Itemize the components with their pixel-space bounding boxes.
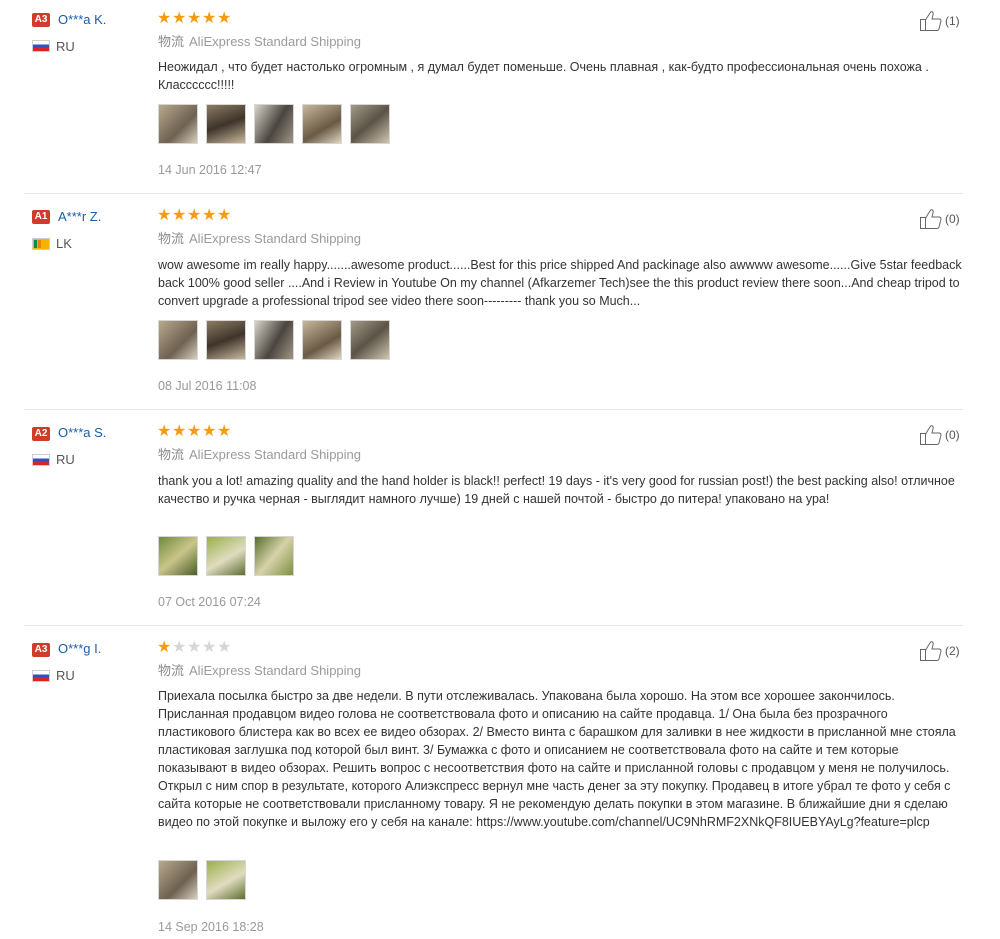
buyer-level-badge: A3 (32, 643, 50, 657)
review-divider (25, 193, 963, 194)
buyer-level-badge: A2 (32, 427, 50, 441)
review-text: Неожидал , что будет настолько огромным … (158, 60, 929, 92)
star-icon: ★ (217, 207, 232, 224)
review-photo-thumbnail[interactable] (206, 320, 246, 360)
shipping-label: 物流 (158, 34, 185, 49)
review-date: 14 Sep 2016 18:28 (158, 920, 264, 934)
review-photos (158, 860, 254, 904)
thumbs-up-icon (920, 209, 942, 229)
reviewer-country: RU (56, 452, 75, 467)
shipping-name: AliExpress Standard Shipping (189, 447, 362, 462)
review-photo-thumbnail[interactable] (350, 320, 390, 360)
review-photos (158, 320, 398, 364)
star-icon: ★ (157, 10, 172, 27)
review-date: 07 Oct 2016 07:24 (158, 595, 261, 609)
reviewer-name[interactable]: O***g I. (58, 641, 101, 657)
shipping-label: 物流 (158, 447, 185, 462)
reviewer-country: RU (56, 668, 75, 683)
star-icon: ★ (157, 207, 172, 224)
reviewer-name[interactable]: O***a S. (58, 425, 106, 441)
review-photo-thumbnail[interactable] (158, 536, 198, 576)
star-icon: ★ (217, 639, 232, 656)
star-icon: ★ (157, 423, 172, 440)
helpful-count: (0) (945, 428, 960, 442)
reviewer-country: RU (56, 39, 75, 54)
star-icon: ★ (202, 207, 217, 224)
sri-lanka-flag-icon (32, 238, 50, 250)
review-photo-thumbnail[interactable] (206, 536, 246, 576)
buyer-level-badge: A3 (32, 13, 50, 27)
star-rating: ★★★★★ (157, 11, 232, 27)
review-date: 08 Jul 2016 11:08 (158, 379, 257, 393)
shipping-name: AliExpress Standard Shipping (189, 663, 362, 678)
star-icon: ★ (202, 639, 217, 656)
buyer-level-badge: A1 (32, 210, 50, 224)
star-icon: ★ (187, 639, 202, 656)
shipping-method: 物流 AliExpress Standard Shipping (158, 447, 361, 463)
shipping-name: AliExpress Standard Shipping (189, 34, 362, 49)
helpful-count: (0) (945, 212, 960, 226)
review-photos (158, 104, 398, 148)
thumbs-up-icon (920, 11, 942, 31)
russia-flag-icon (32, 670, 50, 682)
star-icon: ★ (217, 423, 232, 440)
thumbs-up-icon (920, 641, 942, 661)
helpful-button[interactable]: (0) (919, 424, 960, 446)
review-photo-thumbnail[interactable] (302, 104, 342, 144)
shipping-method: 物流 AliExpress Standard Shipping (158, 231, 361, 247)
review-photo-thumbnail[interactable] (350, 104, 390, 144)
helpful-count: (2) (945, 644, 960, 658)
russia-flag-icon (32, 40, 50, 52)
star-icon: ★ (157, 639, 172, 656)
shipping-method: 物流 AliExpress Standard Shipping (158, 34, 361, 50)
thumbs-up-icon (920, 425, 942, 445)
helpful-button[interactable]: (1) (919, 10, 960, 32)
reviewer-country: LK (56, 236, 72, 251)
shipping-label: 物流 (158, 663, 185, 678)
review-photo-thumbnail[interactable] (254, 104, 294, 144)
review-text: Приехала посылка быстро за две недели. В… (158, 689, 956, 829)
star-icon: ★ (202, 423, 217, 440)
star-icon: ★ (172, 423, 187, 440)
shipping-label: 物流 (158, 231, 185, 246)
review-photo-thumbnail[interactable] (158, 104, 198, 144)
review-photo-thumbnail[interactable] (158, 860, 198, 900)
review-divider (25, 409, 963, 410)
star-icon: ★ (172, 10, 187, 27)
review-photo-thumbnail[interactable] (302, 320, 342, 360)
shipping-name: AliExpress Standard Shipping (189, 231, 362, 246)
review-photo-thumbnail[interactable] (206, 104, 246, 144)
review-divider (25, 625, 963, 626)
star-icon: ★ (217, 10, 232, 27)
shipping-method: 物流 AliExpress Standard Shipping (158, 663, 361, 679)
reviewer-name[interactable]: O***a K. (58, 12, 106, 28)
review-photos (158, 536, 302, 580)
review-text: thank you a lot! amazing quality and the… (158, 474, 955, 506)
helpful-count: (1) (945, 14, 960, 28)
review-photo-thumbnail[interactable] (254, 536, 294, 576)
star-icon: ★ (187, 207, 202, 224)
reviewer-name[interactable]: A***r Z. (58, 209, 101, 225)
review-text: wow awesome im really happy.......awesom… (158, 258, 962, 308)
russia-flag-icon (32, 454, 50, 466)
review-photo-thumbnail[interactable] (206, 860, 246, 900)
star-rating: ★★★★★ (157, 424, 232, 440)
helpful-button[interactable]: (0) (919, 208, 960, 230)
helpful-button[interactable]: (2) (919, 640, 960, 662)
star-icon: ★ (172, 207, 187, 224)
review-photo-thumbnail[interactable] (158, 320, 198, 360)
star-rating: ★★★★★ (157, 208, 232, 224)
star-rating: ★★★★★ (157, 640, 232, 656)
review-date: 14 Jun 2016 12:47 (158, 163, 262, 177)
star-icon: ★ (172, 639, 187, 656)
review-photo-thumbnail[interactable] (254, 320, 294, 360)
star-icon: ★ (187, 423, 202, 440)
star-icon: ★ (202, 10, 217, 27)
star-icon: ★ (187, 10, 202, 27)
